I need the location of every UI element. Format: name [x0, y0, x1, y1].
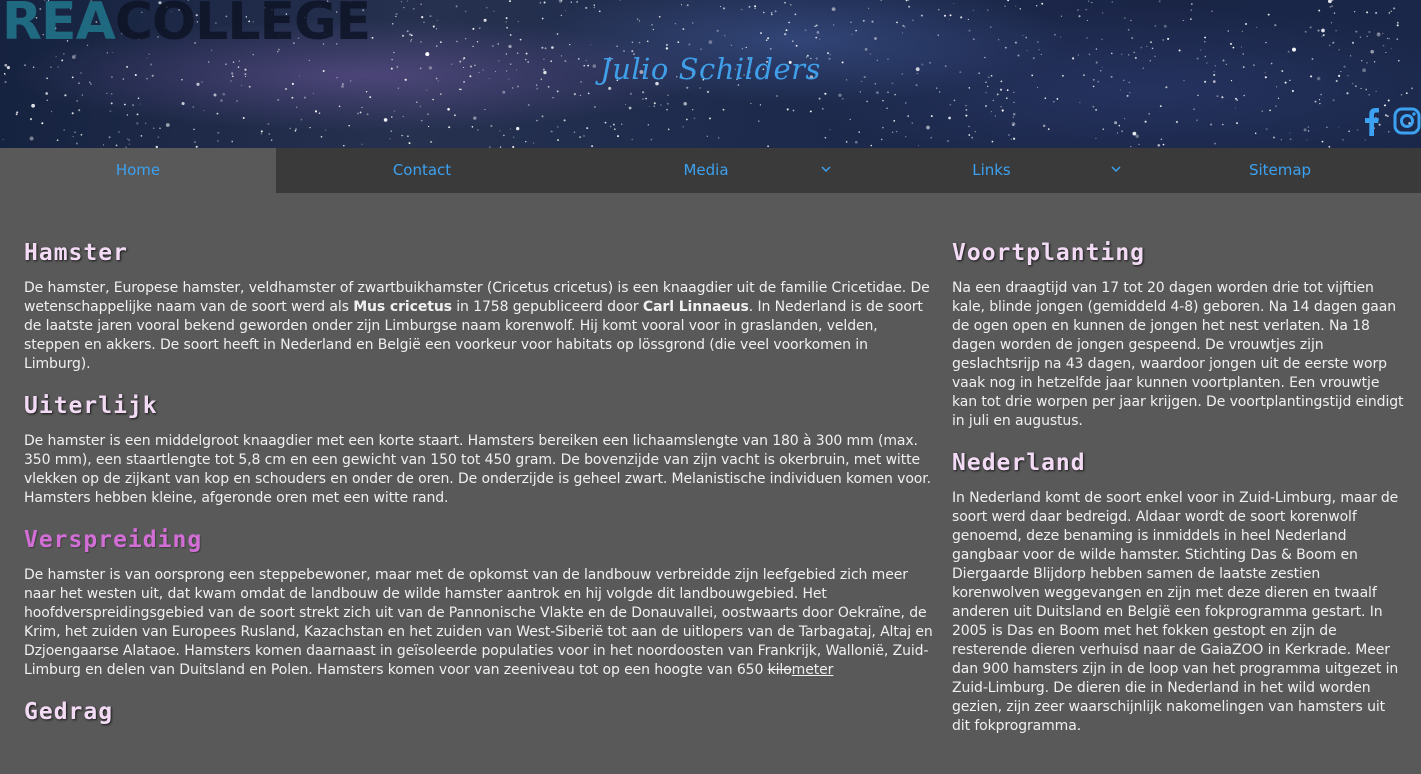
- verspreiding-paragraph: De hamster is van oorsprong een steppebe…: [24, 566, 934, 680]
- nav-item-contact[interactable]: Contact: [276, 148, 568, 193]
- meter-link[interactable]: meter: [792, 662, 834, 678]
- logo-text-college: COLLEGE: [114, 0, 371, 52]
- section-title-voortplanting: Voortplanting: [952, 240, 1146, 266]
- section-title-uiterlijk: Uiterlijk: [24, 393, 158, 419]
- section-title-nederland: Nederland: [952, 450, 1086, 476]
- left-column: Hamster De hamster, Europese hamster, ve…: [24, 235, 934, 730]
- uiterlijk-paragraph: De hamster is een middelgroot knaagdier …: [24, 433, 931, 506]
- hamster-text-2: in 1758 gepubliceerd door: [451, 299, 643, 315]
- nav-item-sitemap[interactable]: Sitemap: [1139, 148, 1421, 193]
- section-title-gedrag: Gedrag: [24, 699, 114, 725]
- instagram-icon[interactable]: [1393, 104, 1421, 138]
- nav-label-home: Home: [115, 161, 161, 179]
- strikethrough-text: kilo: [767, 662, 792, 678]
- right-column: Voortplanting Na een draagtijd van 17 to…: [952, 235, 1404, 750]
- nav-item-home[interactable]: Home: [0, 148, 276, 193]
- nederland-paragraph: In Nederland komt de soort enkel voor in…: [952, 490, 1399, 734]
- site-header: REACOLLEGE Julio Schilders: [0, 0, 1421, 148]
- rea-college-logo[interactable]: REACOLLEGE: [2, 0, 371, 54]
- chevron-down-icon[interactable]: [1111, 164, 1121, 174]
- logo-text-rea: REA: [2, 0, 116, 52]
- site-title[interactable]: Julio Schilders: [0, 52, 1421, 86]
- chevron-down-icon[interactable]: [821, 164, 831, 174]
- main-nav: Home Contact Media Links Sitemap: [0, 148, 1421, 193]
- nav-label-sitemap: Sitemap: [1248, 161, 1312, 179]
- facebook-icon[interactable]: [1357, 104, 1385, 138]
- hamster-bold-linnaeus: Carl Linnaeus: [642, 299, 749, 315]
- section-title-verspreiding: Verspreiding: [24, 527, 203, 553]
- nav-label-contact: Contact: [392, 161, 452, 179]
- social-links: [1357, 104, 1421, 138]
- nav-label-media: Media: [683, 161, 729, 179]
- nav-item-links[interactable]: Links: [844, 148, 1139, 193]
- hamster-bold-scientific-name: Mus cricetus: [353, 299, 452, 315]
- voortplanting-paragraph: Na een draagtijd van 17 tot 20 dagen wor…: [952, 280, 1404, 429]
- nav-label-links: Links: [972, 161, 1011, 179]
- nav-item-media[interactable]: Media: [568, 148, 844, 193]
- section-title-hamster: Hamster: [24, 240, 128, 266]
- hamster-paragraph: De hamster, Europese hamster, veldhamste…: [24, 279, 934, 374]
